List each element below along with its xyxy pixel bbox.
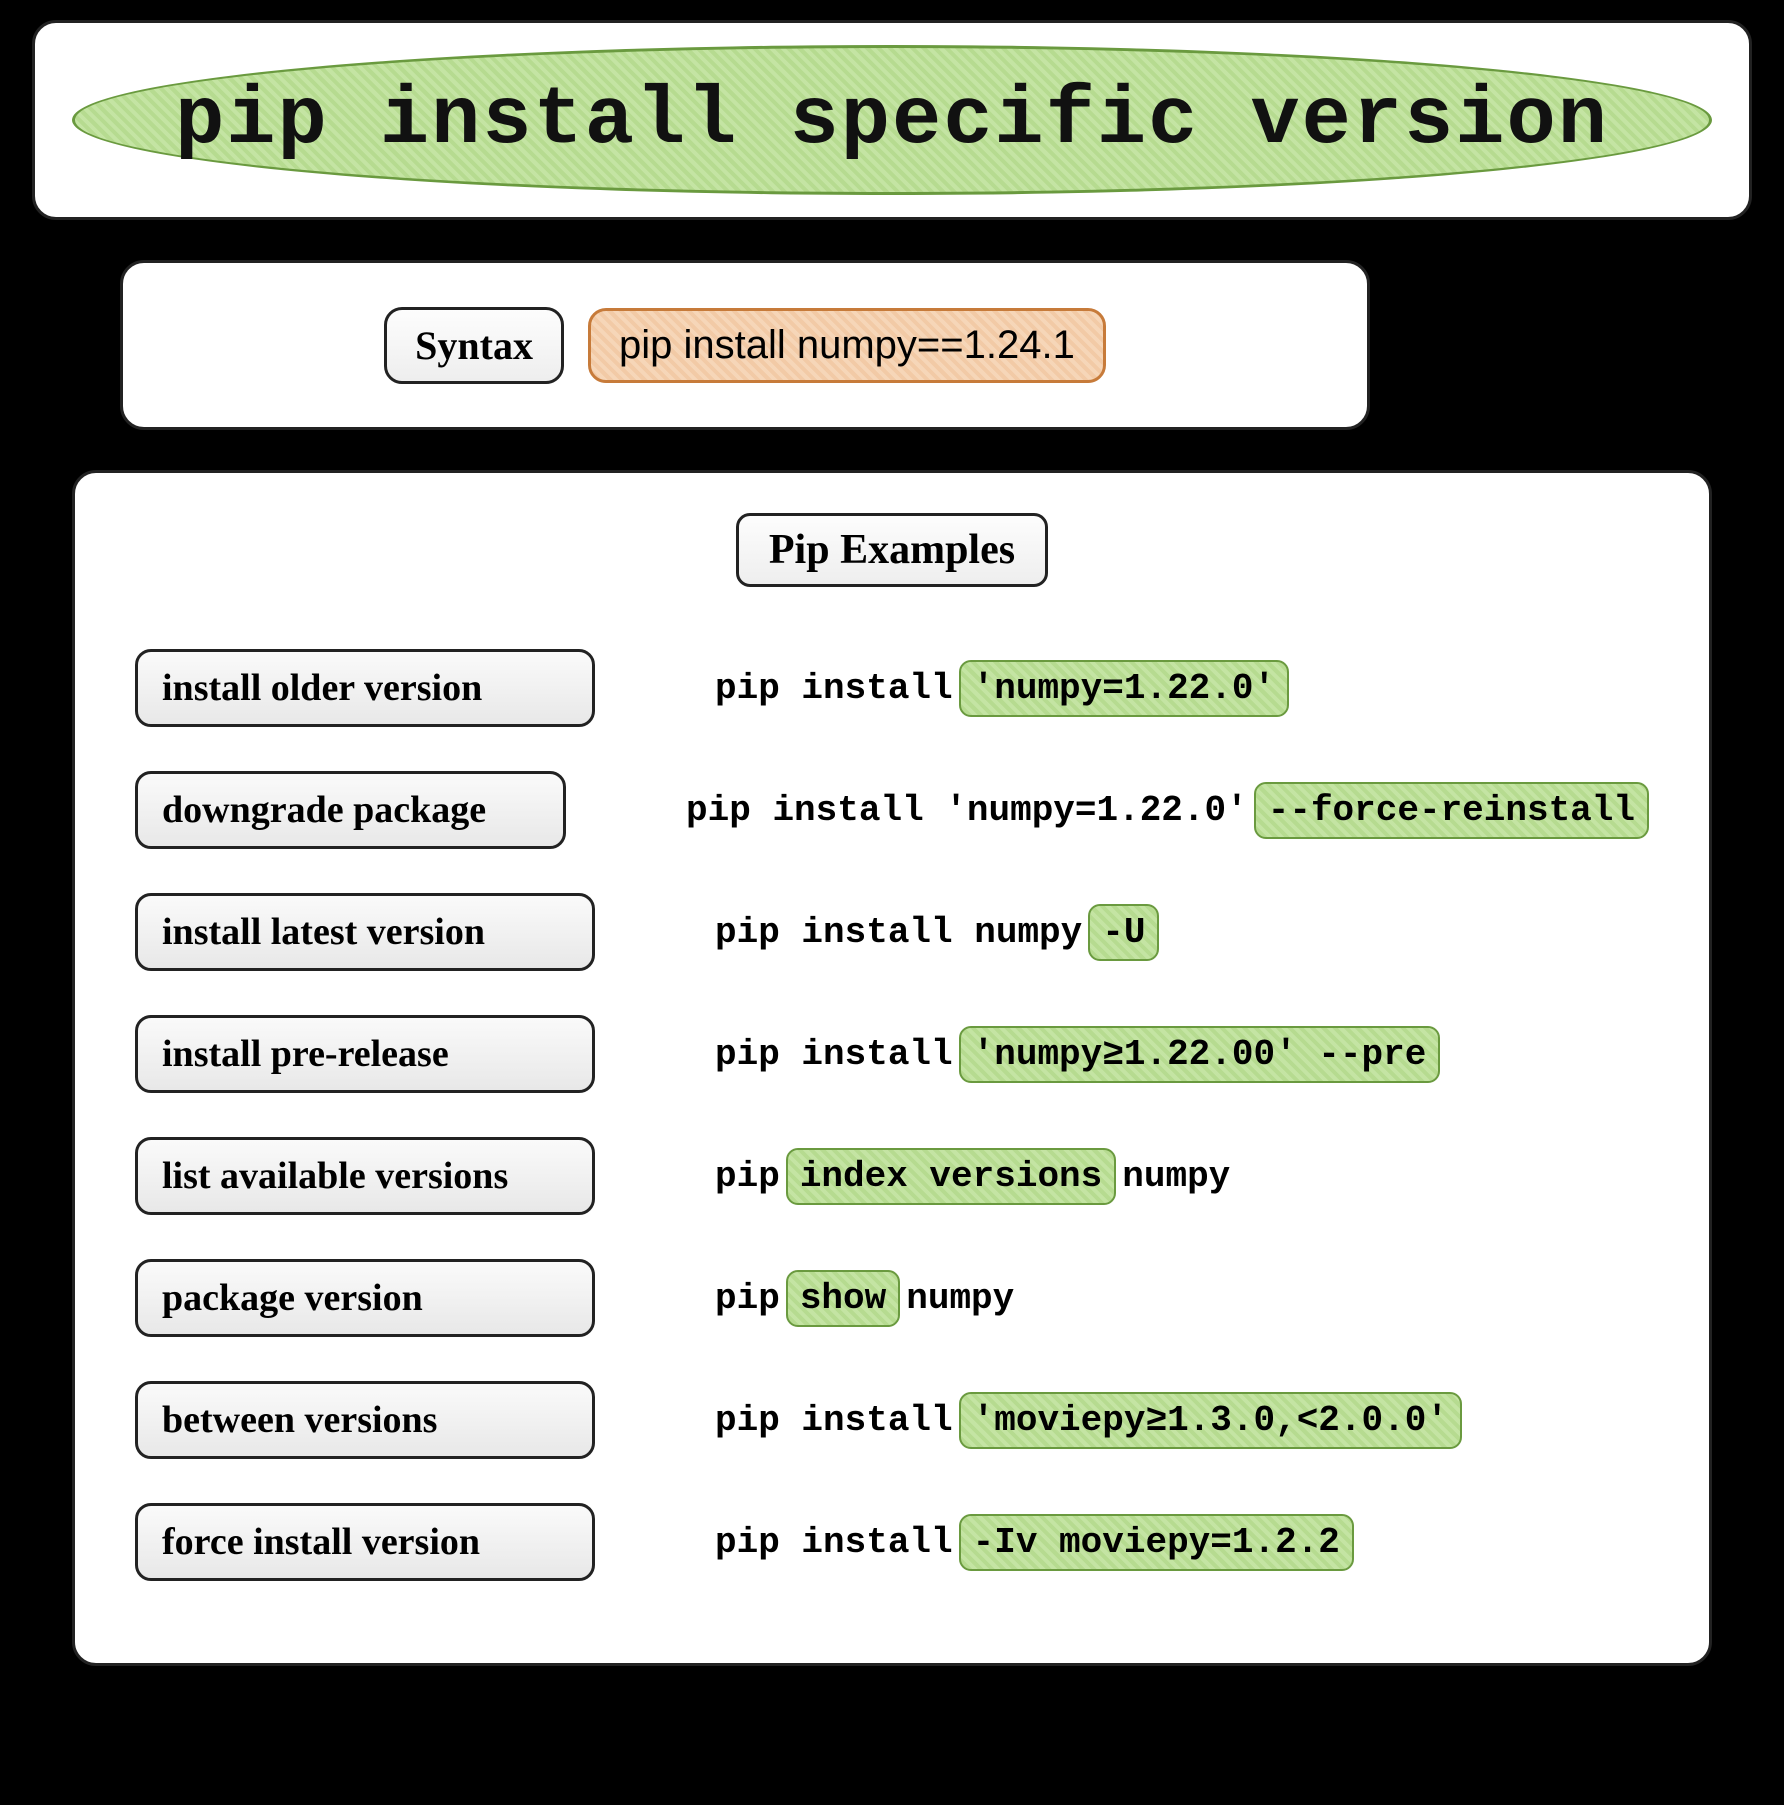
code-text: pip install <box>715 668 953 709</box>
examples-panel: Pip Examples install older version pip i… <box>72 470 1712 1666</box>
row-install-older: install older version pip install 'numpy… <box>135 649 1649 727</box>
code-text: pip install 'numpy=1.22.0' <box>686 790 1248 831</box>
code-text: numpy <box>906 1278 1014 1319</box>
row-force-install: force install version pip install -Iv mo… <box>135 1503 1649 1581</box>
code-highlight: show <box>786 1270 900 1327</box>
page-title: pip install specific version <box>175 74 1609 167</box>
examples-heading: Pip Examples <box>736 513 1048 587</box>
code-highlight: 'numpy≥1.22.00' --pre <box>959 1026 1441 1083</box>
row-label: list available versions <box>135 1137 595 1215</box>
row-code: pip install -Iv moviepy=1.2.2 <box>715 1514 1354 1571</box>
syntax-panel: Syntax pip install numpy==1.24.1 <box>120 260 1370 430</box>
code-text: pip install <box>715 1522 953 1563</box>
code-highlight: index versions <box>786 1148 1116 1205</box>
row-label: install older version <box>135 649 595 727</box>
syntax-code: pip install numpy==1.24.1 <box>588 308 1106 383</box>
row-label: install pre-release <box>135 1015 595 1093</box>
row-code: pip install 'numpy=1.22.0' --force-reins… <box>686 782 1649 839</box>
row-code: pip install numpy -U <box>715 904 1159 961</box>
row-code: pip install 'numpy≥1.22.00' --pre <box>715 1026 1440 1083</box>
code-text: pip install numpy <box>715 912 1082 953</box>
code-text: pip install <box>715 1400 953 1441</box>
row-code: pip index versions numpy <box>715 1148 1230 1205</box>
code-text: numpy <box>1122 1156 1230 1197</box>
code-highlight: -U <box>1088 904 1159 961</box>
title-panel: pip install specific version <box>32 20 1752 220</box>
row-code: pip install 'moviepy≥1.3.0,<2.0.0' <box>715 1392 1462 1449</box>
row-code: pip show numpy <box>715 1270 1014 1327</box>
row-downgrade: downgrade package pip install 'numpy=1.2… <box>135 771 1649 849</box>
row-label: install latest version <box>135 893 595 971</box>
code-text: pip <box>715 1156 780 1197</box>
code-highlight: 'moviepy≥1.3.0,<2.0.0' <box>959 1392 1462 1449</box>
row-between-versions: between versions pip install 'moviepy≥1.… <box>135 1381 1649 1459</box>
code-text: pip <box>715 1278 780 1319</box>
code-text: pip install <box>715 1034 953 1075</box>
row-label: force install version <box>135 1503 595 1581</box>
row-label: package version <box>135 1259 595 1337</box>
row-package-version: package version pip show numpy <box>135 1259 1649 1337</box>
code-highlight: --force-reinstall <box>1254 782 1649 839</box>
code-highlight: 'numpy=1.22.0' <box>959 660 1289 717</box>
row-label: downgrade package <box>135 771 566 849</box>
title-ellipse: pip install specific version <box>72 45 1712 195</box>
row-list-versions: list available versions pip index versio… <box>135 1137 1649 1215</box>
row-label: between versions <box>135 1381 595 1459</box>
syntax-label: Syntax <box>384 307 564 384</box>
code-highlight: -Iv moviepy=1.2.2 <box>959 1514 1354 1571</box>
row-pre-release: install pre-release pip install 'numpy≥1… <box>135 1015 1649 1093</box>
row-latest: install latest version pip install numpy… <box>135 893 1649 971</box>
row-code: pip install 'numpy=1.22.0' <box>715 660 1289 717</box>
